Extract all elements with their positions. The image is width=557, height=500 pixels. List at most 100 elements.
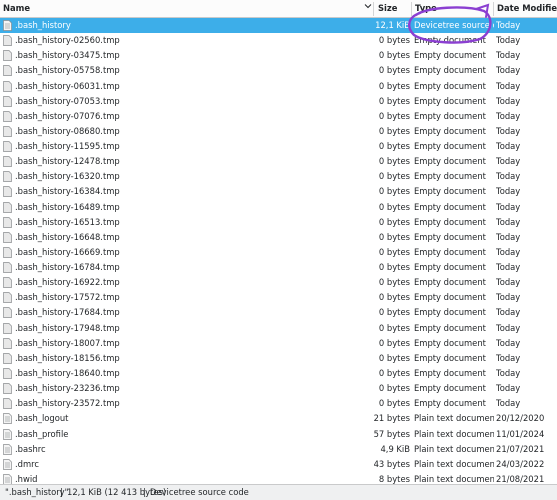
empty-file-icon [3, 292, 12, 304]
file-type: Empty document [414, 292, 486, 303]
file-size: 0 bytes [378, 65, 410, 76]
file-type: Empty document [414, 110, 486, 121]
file-date-modified: 11/01/2024 [496, 428, 545, 439]
file-size: 0 bytes [378, 80, 410, 91]
file-list[interactable]: .bash_history12,1 KiBDevicetree source c… [0, 18, 557, 484]
file-row[interactable]: .bash_history-17572.tmp 0 bytes Empty docu… [0, 290, 557, 305]
file-size: 0 bytes [378, 322, 410, 333]
file-name: .bash_history-12478.tmp [15, 156, 120, 167]
empty-file-icon [3, 307, 12, 319]
file-date-modified: Today [496, 262, 521, 273]
file-row[interactable]: .bash_history-16669.tmp 0 bytes Empty docu… [0, 245, 557, 260]
file-type: Empty document [414, 201, 486, 212]
file-row[interactable]: .bash_history-16784.tmp 0 bytes Empty docu… [0, 260, 557, 275]
file-row[interactable]: .bash_logout 21 bytes Plain text document 2… [0, 411, 557, 426]
file-name: .bash_history-16922.tmp [15, 277, 120, 288]
file-row[interactable]: .bash_history-16648.tmp 0 bytes Empty docu… [0, 230, 557, 245]
empty-file-icon [3, 65, 12, 77]
file-date-modified: 20/12/2020 [496, 413, 545, 424]
file-row[interactable]: .bash_history-03475.tmp 0 bytes Empty docu… [0, 48, 557, 63]
column-header-size[interactable]: Size [378, 0, 397, 18]
file-row[interactable]: .bash_history-23236.tmp 0 bytes Empty docu… [0, 381, 557, 396]
empty-file-icon [3, 126, 12, 137]
file-name: .bash_logout [15, 413, 69, 424]
file-name: .bash_history-16669.tmp [15, 246, 120, 257]
file-name: .bash_history-18156.tmp [15, 352, 120, 363]
file-size: 21 bytes [373, 413, 410, 424]
file-size: 0 bytes [378, 337, 410, 348]
empty-file-icon [3, 216, 12, 228]
file-date-modified: Today [496, 80, 521, 91]
empty-file-icon [3, 35, 12, 46]
file-row[interactable]: .bash_history-18640.tmp 0 bytes Empty docu… [0, 366, 557, 381]
annotation-circle [408, 3, 492, 44]
file-size: 0 bytes [378, 216, 410, 227]
file-type: Empty document [414, 141, 486, 152]
file-date-modified: 21/08/2021 [496, 473, 545, 484]
file-row[interactable]: .bash_history-18007.tmp 0 bytes Empty docu… [0, 336, 557, 351]
file-name: .bash_history-18007.tmp [15, 337, 120, 348]
file-row[interactable]: .bash_history-07053.tmp 0 bytes Empty docu… [0, 94, 557, 109]
file-name: .bash_history-16648.tmp [15, 231, 120, 242]
file-name: .bash_history-16489.tmp [15, 201, 120, 212]
file-name: .bash_history-16513.tmp [15, 216, 120, 227]
file-type: Empty document [414, 65, 486, 76]
empty-file-icon [3, 186, 12, 198]
file-date-modified: Today [496, 20, 521, 30]
file-row[interactable]: .hwid 8 bytes Plain text document 21/08/202… [0, 472, 557, 484]
file-row[interactable]: .bash_history-08680.tmp 0 bytes Empty docu… [0, 124, 557, 139]
file-type: Plain text document [414, 443, 494, 454]
file-row[interactable]: .bash_history-23572.tmp 0 bytes Empty docu… [0, 396, 557, 411]
file-date-modified: Today [496, 231, 521, 242]
column-separator[interactable] [373, 2, 374, 16]
status-bar: ".bash_history" | 12,1 KiB (12 413 bytes… [0, 484, 557, 500]
text-file-icon [3, 20, 12, 31]
file-name: .hwid [15, 473, 38, 484]
file-date-modified: Today [496, 125, 521, 136]
file-row[interactable]: .bash_history-17948.tmp 0 bytes Empty docu… [0, 321, 557, 336]
file-type: Empty document [414, 156, 486, 167]
file-date-modified: Today [496, 307, 521, 318]
file-size: 0 bytes [378, 352, 410, 363]
file-type: Empty document [414, 337, 486, 348]
file-type: Empty document [414, 246, 486, 257]
empty-file-icon [3, 95, 12, 107]
file-row[interactable]: .bash_history-16489.tmp 0 bytes Empty docu… [0, 200, 557, 215]
file-row[interactable]: .bashrc 4,9 KiB Plain text document 21/07/2… [0, 442, 557, 457]
file-name: .bashrc [15, 443, 46, 454]
file-row[interactable]: .bash_history-16513.tmp 0 bytes Empty docu… [0, 215, 557, 230]
file-row[interactable]: .bash_history-07076.tmp 0 bytes Empty docu… [0, 109, 557, 124]
file-row[interactable]: .bash_history-06031.tmp 0 bytes Empty docu… [0, 79, 557, 94]
file-row[interactable]: .bash_history-16384.tmp 0 bytes Empty docu… [0, 184, 557, 199]
file-size: 0 bytes [378, 246, 410, 257]
text-file-icon [3, 413, 12, 425]
file-size: 0 bytes [378, 398, 410, 409]
file-size: 0 bytes [378, 231, 410, 242]
file-size: 43 bytes [373, 458, 410, 469]
empty-file-icon [3, 353, 12, 364]
file-row[interactable]: .bash_history-18156.tmp 0 bytes Empty docu… [0, 351, 557, 366]
file-row[interactable]: .bash_history-05758.tmp 0 bytes Empty docu… [0, 63, 557, 78]
column-header-date-modified[interactable]: Date Modified [497, 0, 557, 18]
file-row[interactable]: .bash_history-11595.tmp 0 bytes Empty docu… [0, 139, 557, 154]
empty-file-icon [3, 141, 12, 152]
file-row[interactable]: .bash_history-17684.tmp 0 bytes Empty docu… [0, 305, 557, 320]
file-name: .bash_history-23236.tmp [15, 383, 120, 394]
file-type: Empty document [414, 322, 486, 333]
file-date-modified: Today [496, 50, 521, 61]
column-header-name[interactable]: Name [3, 0, 30, 18]
status-separator: | [143, 487, 146, 497]
file-size: 0 bytes [378, 95, 410, 106]
file-date-modified: Today [496, 352, 521, 363]
file-name: .bash_history-11595.tmp [15, 141, 120, 152]
file-row[interactable]: .bash_profile 57 bytes Plain text document… [0, 427, 557, 442]
file-type: Empty document [414, 50, 486, 61]
file-date-modified: Today [496, 35, 521, 46]
file-row[interactable]: .bash_history-16922.tmp 0 bytes Empty docu… [0, 275, 557, 290]
file-row[interactable]: .bash_history-12478.tmp 0 bytes Empty docu… [0, 154, 557, 169]
file-row[interactable]: .bash_history-16320.tmp 0 bytes Empty docu… [0, 169, 557, 184]
file-row[interactable]: .dmrc 43 bytes Plain text document 24/03/20… [0, 457, 557, 472]
text-file-icon [3, 458, 12, 470]
sort-arrow-icon [364, 4, 372, 9]
text-file-icon [3, 443, 12, 455]
